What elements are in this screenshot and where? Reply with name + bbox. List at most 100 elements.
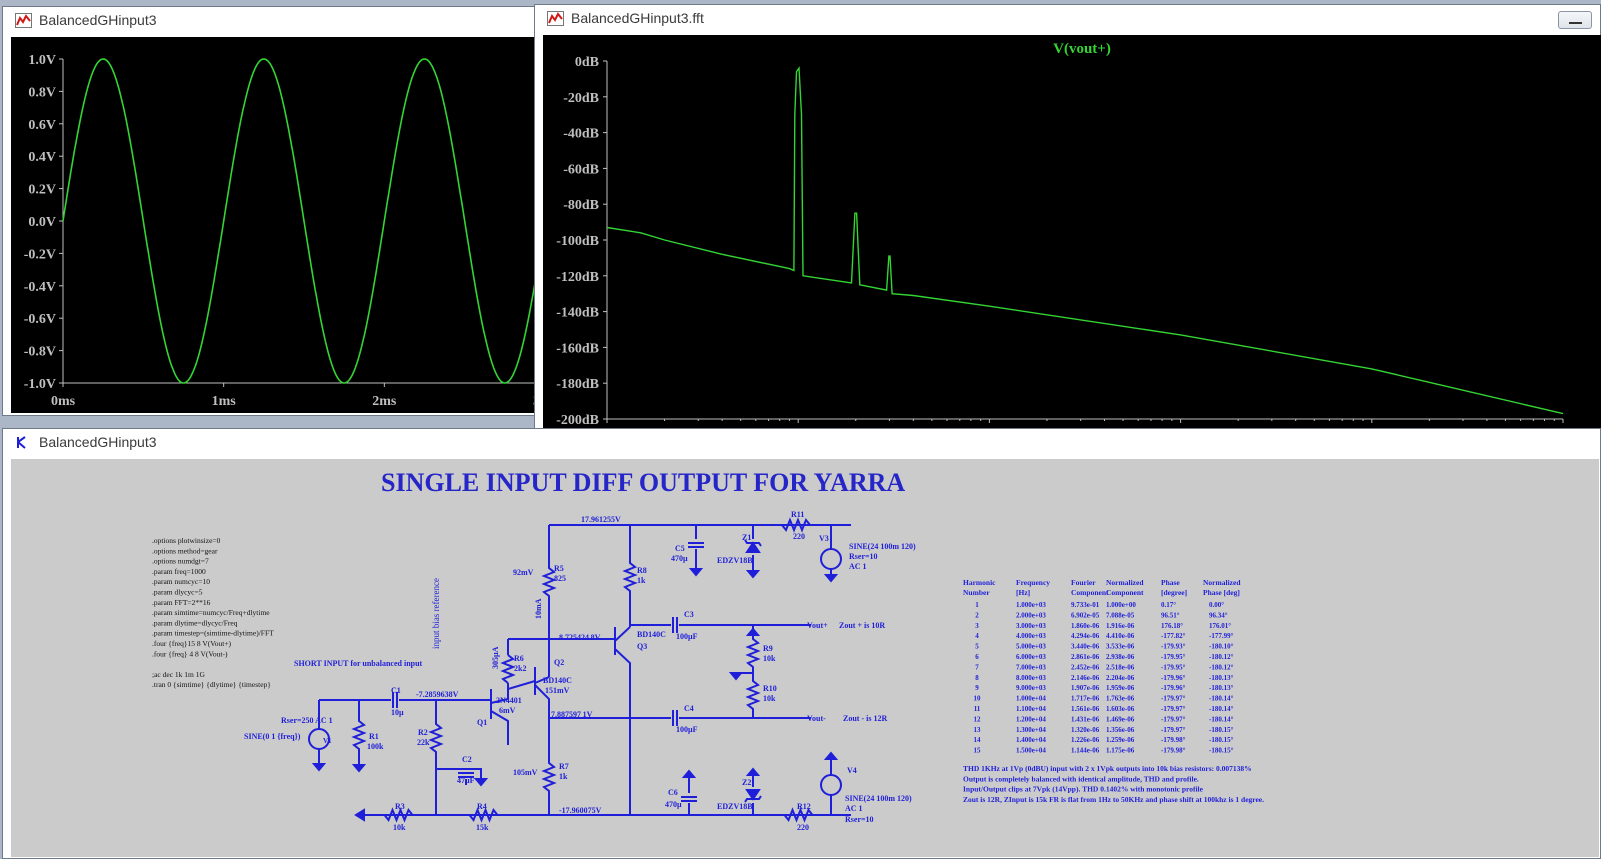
fourier-cell: -180.12° [1209, 663, 1234, 671]
fourier-cell: -180.12° [1209, 653, 1234, 661]
waveform-y-tick-label: 0.0V [28, 215, 56, 230]
fft-y-tick-label: -180dB [556, 377, 599, 392]
minimize-button[interactable] [1558, 11, 1592, 29]
fourier-cell: -179.97° [1161, 726, 1186, 734]
schematic-label: 151mV [545, 686, 570, 695]
waveform-window-title: BalancedGHinput3 [39, 12, 157, 28]
fft-y-tick-label: -140dB [556, 306, 599, 321]
fourier-cell: -179.96° [1161, 674, 1186, 682]
fft-chart-title: V(vout+) [1053, 41, 1111, 57]
schematic-label: V3 [819, 534, 829, 543]
fourier-cell: -179.97° [1161, 715, 1186, 723]
waveform-y-tick-label: 0.4V [28, 150, 56, 165]
fourier-header: Component [1106, 588, 1144, 597]
fourier-cell: 10 [974, 695, 982, 703]
fourier-cell: 7 [975, 663, 979, 671]
spice-directive: .four {freq}15 8 V(Vout+) [152, 639, 232, 648]
fourier-header: Phase [deg] [1203, 588, 1240, 597]
fourier-cell: 1.959e-06 [1106, 684, 1135, 692]
schematic-label: R8 [637, 566, 647, 575]
fourier-header: [Hz] [1016, 588, 1030, 597]
fourier-cell: 14 [974, 736, 982, 744]
fourier-header: Fourier [1071, 578, 1096, 587]
fft-y-tick-label: -120dB [556, 270, 599, 285]
schematic-label: 2k2 [514, 664, 526, 673]
fourier-cell: 1.763e-06 [1106, 695, 1135, 703]
schematic-window[interactable]: BalancedGHinput3 SINGLE INPUT DIFF OUTPU… [2, 428, 1601, 859]
fft-plot[interactable]: V(vout+) 0dB -20dB -40dB -60dB -80dB -100dB -1… [543, 35, 1601, 451]
schematic-title: SINGLE INPUT DIFF OUTPUT FOR YARRA [381, 468, 905, 497]
schematic-label: 10µ [391, 708, 404, 717]
fft-window-title: BalancedGHinput3.fft [571, 10, 704, 26]
fourier-cell: -180.14° [1209, 715, 1234, 723]
fourier-cell: 3 [975, 622, 979, 630]
fourier-cell: 1 [975, 601, 979, 609]
fourier-cell: 1.000e+00 [1106, 601, 1136, 609]
waveform-plot[interactable]: 1.0V 0.8V 0.6V 0.4V 0.2V 0.0V -0.2V -0.4V -0.6V -… [11, 37, 541, 413]
fourier-cell: 3.000e+03 [1016, 622, 1046, 630]
fourier-cell: 96.51° [1161, 611, 1180, 619]
fft-y-tick-label: -40dB [563, 127, 599, 142]
fourier-cell: 1.226e-06 [1071, 736, 1100, 744]
fourier-cell: -179.95° [1161, 653, 1186, 661]
schematic-label: BD140C [543, 676, 572, 685]
schematic-label: Rser=10 [849, 552, 878, 561]
fourier-cell: -179.96° [1161, 684, 1186, 692]
waveform-titlebar[interactable]: BalancedGHinput3 [3, 7, 541, 35]
fourier-cell: 1.907e-06 [1071, 684, 1100, 692]
waveform-plot-icon [15, 13, 32, 28]
fft-window[interactable]: BalancedGHinput3.fft V(vout+) 0dB -20dB -4… [534, 4, 1601, 456]
fourier-cell: -180.13° [1209, 684, 1234, 692]
spice-directive: .tran 0 {simtime} {dlytime} {timestep} [152, 680, 271, 689]
waveform-y-tick-label: -1.0V [24, 377, 56, 392]
schematic-label: SINE(24 100m 120) [849, 542, 916, 551]
waveform-y-tick-label: 1.0V [28, 53, 56, 68]
spice-directive: ;ac dec 1k 1m 1G [152, 670, 205, 679]
fourier-cell: 1.860e-06 [1071, 622, 1100, 630]
fourier-cell: -180.15° [1209, 726, 1234, 734]
fourier-cell: -179.98° [1161, 747, 1186, 755]
schematic-label: 47µF [457, 776, 475, 785]
fourier-cell: 1.300e+04 [1016, 726, 1046, 734]
fourier-cell: 4 [975, 632, 979, 640]
fourier-cell: 1.320e-06 [1071, 726, 1100, 734]
fourier-cell: 4.410e-06 [1106, 632, 1135, 640]
fourier-cell: 9 [975, 684, 979, 692]
schematic-label: R1 [369, 732, 379, 741]
schematic-label: R5 [554, 564, 564, 573]
schematic-label: Q2 [554, 658, 564, 667]
fourier-cell: 176.18° [1161, 622, 1183, 630]
schematic-label: V4 [847, 766, 857, 775]
fourier-header: Component [1071, 588, 1109, 597]
fourier-cell: 1.603e-06 [1106, 705, 1135, 713]
spice-directive: .options numdgt=7 [152, 557, 209, 566]
fourier-cell: -179.97° [1161, 695, 1186, 703]
fourier-cell: 12 [974, 715, 982, 723]
schematic-canvas[interactable]: SINGLE INPUT DIFF OUTPUT FOR YARRA .opti… [11, 459, 1599, 857]
schematic-label: Z2 [742, 778, 751, 787]
fourier-cell: 8 [975, 674, 979, 682]
schematic-label: 22k [417, 738, 430, 747]
fourier-cell: 7.000e+03 [1016, 663, 1046, 671]
schematic-label: Rser=250 AC 1 [281, 716, 333, 725]
waveform-y-tick-label: -0.6V [24, 312, 56, 327]
schematic-label: C1 [391, 686, 401, 695]
fourier-cell: 1.000e+04 [1016, 695, 1046, 703]
zout-minus-label: Zout - is 12R [843, 714, 887, 723]
spice-directive: .param simtime=numcyc/Freq+dlytime [152, 608, 270, 617]
fourier-cell: 2.000e+03 [1016, 611, 1046, 619]
schematic-label: C6 [668, 788, 678, 797]
fourier-cell: 3.440e-06 [1071, 643, 1100, 651]
fft-titlebar[interactable]: BalancedGHinput3.fft [535, 5, 1600, 33]
schematic-titlebar[interactable]: BalancedGHinput3 [3, 429, 1600, 457]
fourier-cell: 1.000e+03 [1016, 601, 1046, 609]
waveform-y-tick-label: -0.2V [24, 247, 56, 262]
fourier-cell: 1.144e-06 [1071, 747, 1100, 755]
fourier-cell: -179.98° [1161, 736, 1186, 744]
schematic-label: 10k [393, 823, 406, 832]
schematic-label: 470µ [665, 800, 682, 809]
waveform-window[interactable]: BalancedGHinput3 1.0V 0.8V 0.6V 0.4V 0.2V 0.0… [2, 6, 542, 416]
fourier-cell: 7.088e-05 [1106, 611, 1135, 619]
schematic-label: C4 [684, 704, 694, 713]
input-bias-note: input bias reference [431, 578, 441, 649]
